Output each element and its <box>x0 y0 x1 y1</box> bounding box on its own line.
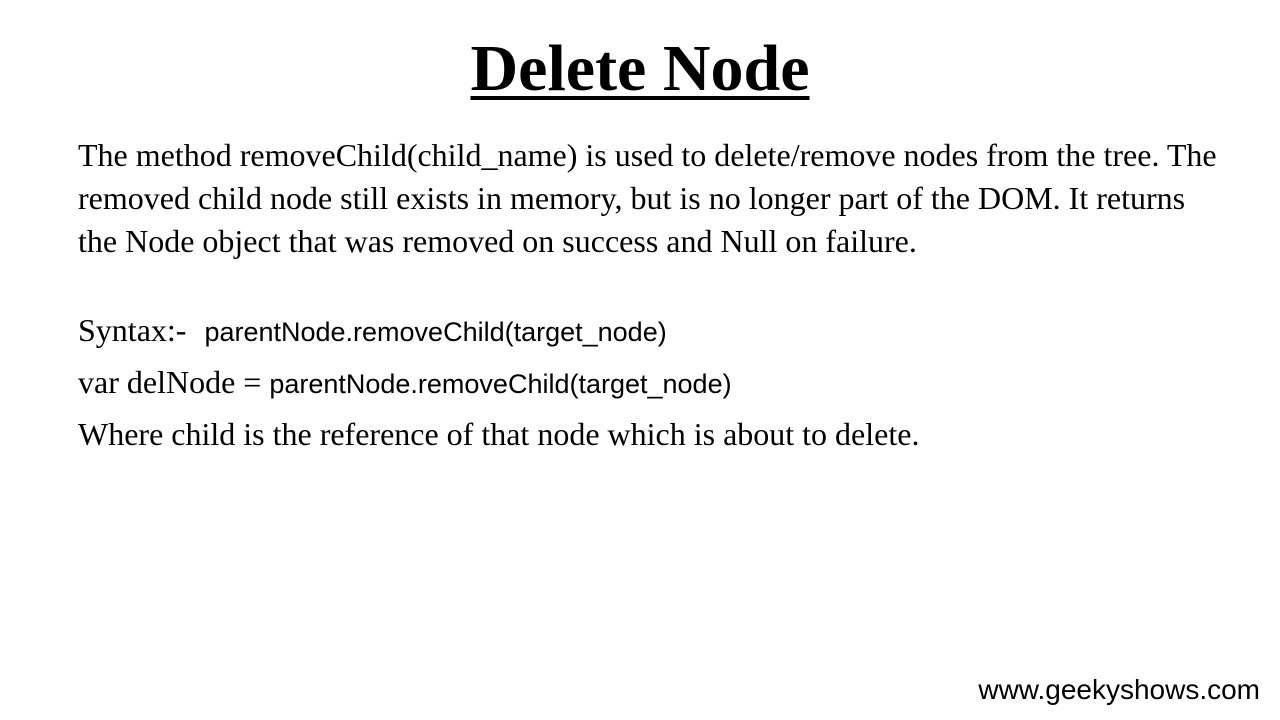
website-footer: www.geekyshows.com <box>978 674 1260 705</box>
slide: Delete Node The method removeChild(child… <box>0 0 1280 720</box>
syntax-code: parentNode.removeChild(target_node) <box>204 317 667 347</box>
example-code: parentNode.removeChild(target_node) <box>269 369 732 399</box>
slide-title: Delete Node <box>470 32 810 105</box>
syntax-line: Syntax:- parentNode.removeChild(target_no… <box>78 312 667 349</box>
syntax-label: Syntax:- <box>78 312 187 348</box>
example-line: var delNode = parentNode.removeChild(tar… <box>78 364 732 401</box>
example-prefix: var delNode = <box>78 364 270 400</box>
description-paragraph: The method removeChild(child_name) is us… <box>78 137 1217 259</box>
note-line: Where child is the reference of that nod… <box>78 416 920 452</box>
